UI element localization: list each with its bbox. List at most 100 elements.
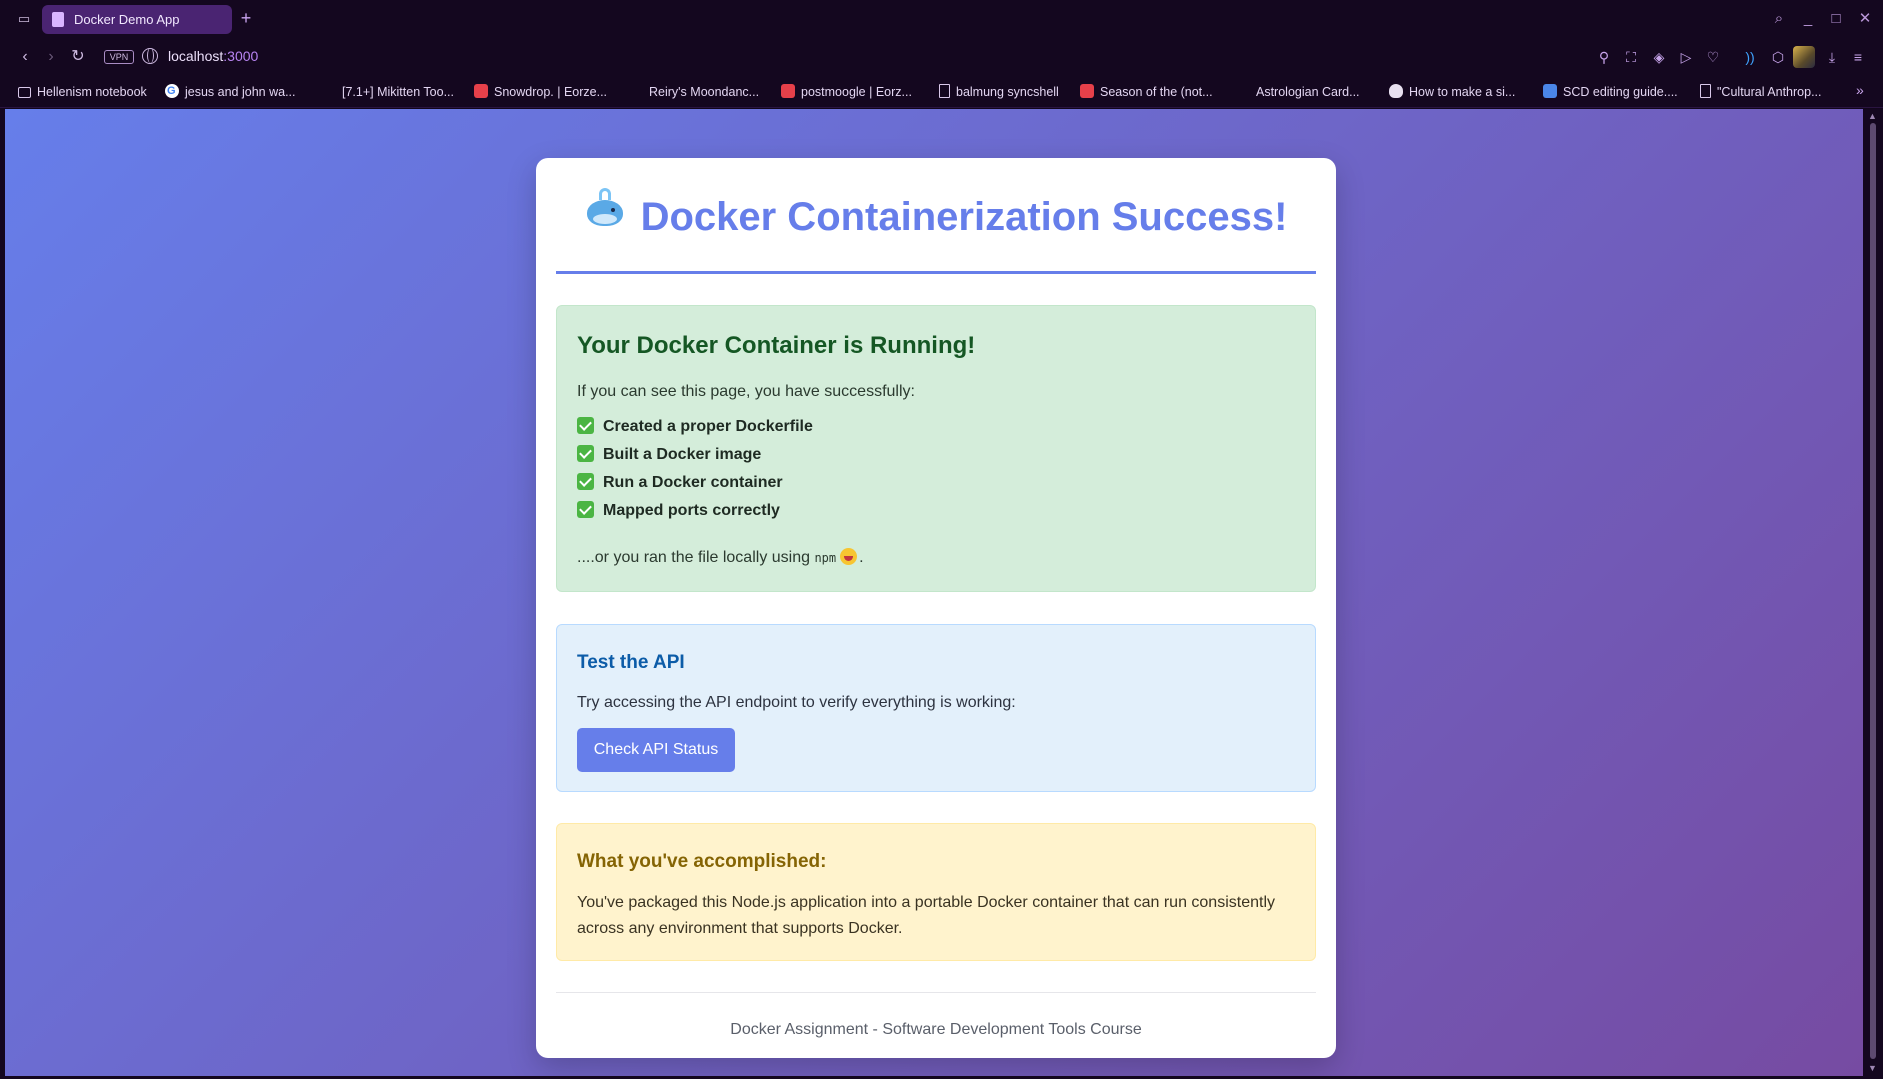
whale-icon xyxy=(585,188,625,228)
heart-icon[interactable]: ♡ xyxy=(1704,48,1722,66)
bookmark-label: SCD editing guide.... xyxy=(1563,85,1678,99)
red-app-icon xyxy=(781,84,795,98)
tail-text-before: ....or you ran the file locally using xyxy=(577,549,815,566)
bookmark-label: Hellenism notebook xyxy=(37,85,147,99)
bookmark-item[interactable]: Snowdrop. | Eorze... xyxy=(474,82,607,102)
checklist-label: Run a Docker container xyxy=(603,474,783,491)
vpn-badge[interactable]: VPN xyxy=(104,50,134,64)
checkmark-icon xyxy=(577,445,594,462)
skull-icon xyxy=(1389,84,1403,98)
accomplished-panel: What you've accomplished: You've package… xyxy=(556,823,1316,961)
forward-button[interactable]: › xyxy=(40,46,62,68)
url-port: :3000 xyxy=(223,48,259,64)
bookmarks-bar: Hellenism notebook jesus and john wa... … xyxy=(0,76,1883,108)
reload-button[interactable]: ↻ xyxy=(67,46,89,68)
browser-titlebar: ▭ Docker Demo App + ⌕ _ □ ✕ xyxy=(0,0,1883,38)
browser-tab-active[interactable]: Docker Demo App xyxy=(42,5,232,34)
bookmark-item[interactable]: Hellenism notebook xyxy=(18,82,147,102)
document-icon xyxy=(1700,84,1711,98)
page-title: Docker Containerization Success! xyxy=(640,195,1288,240)
checklist-label: Mapped ports correctly xyxy=(603,502,780,519)
bookmark-item[interactable]: [7.1+] Mikitten Too... xyxy=(342,82,454,102)
red-app-icon xyxy=(474,84,488,98)
browser-toolbar: ‹ › ↻ VPN localhost:3000 ⚲ ⛶ ◈ ▷ ♡ )) ⬡ … xyxy=(0,38,1883,76)
globe-icon[interactable] xyxy=(142,48,158,64)
api-description: Try accessing the API endpoint to verify… xyxy=(577,694,1016,711)
minimize-button[interactable]: _ xyxy=(1796,8,1820,30)
checklist-label: Created a proper Dockerfile xyxy=(603,418,813,435)
checkmark-icon xyxy=(577,501,594,518)
checklist-item: Run a Docker container xyxy=(577,473,783,495)
checklist-item: Created a proper Dockerfile xyxy=(577,417,813,439)
bookmark-item[interactable]: postmoogle | Eorz... xyxy=(781,82,912,102)
accomplished-description: You've packaged this Node.js application… xyxy=(577,894,1275,937)
bookmark-item[interactable]: Reiry's Moondanc... xyxy=(649,82,759,102)
api-heading: Test the API xyxy=(577,652,685,673)
success-tail: ....or you ran the file locally using np… xyxy=(577,548,864,567)
success-panel: Your Docker Container is Running! If you… xyxy=(556,305,1316,592)
accomplished-heading: What you've accomplished: xyxy=(577,851,827,872)
document-icon xyxy=(939,84,950,98)
search-icon[interactable]: ⌕ xyxy=(1767,8,1791,30)
bookmark-item[interactable]: Season of the (not... xyxy=(1080,82,1213,102)
bookmark-item[interactable]: jesus and john wa... xyxy=(165,81,296,102)
download-icon[interactable]: ⤓ xyxy=(1823,48,1841,66)
address-bar[interactable]: localhost:3000 xyxy=(168,48,258,64)
folder-icon xyxy=(18,87,31,98)
page-header: Docker Containerization Success! xyxy=(556,158,1316,274)
wifi-extension-icon[interactable]: )) xyxy=(1741,48,1759,66)
bookmark-item[interactable]: SCD editing guide.... xyxy=(1543,82,1678,102)
close-window-button[interactable]: ✕ xyxy=(1853,8,1877,30)
bookmark-label: How to make a si... xyxy=(1409,85,1516,99)
screenshot-icon[interactable]: ⛶ xyxy=(1622,48,1640,66)
maximize-button[interactable]: □ xyxy=(1824,8,1848,30)
tail-text-after: . xyxy=(859,549,864,566)
pin-icon[interactable]: ⚲ xyxy=(1595,48,1613,66)
vertical-scrollbar[interactable]: ▲ ▼ xyxy=(1863,109,1883,1079)
sidebar-toggle-icon[interactable]: ▭ xyxy=(14,10,34,28)
bookmark-item[interactable]: "Cultural Anthrop... xyxy=(1700,82,1822,102)
bookmark-label: balmung syncshell xyxy=(956,85,1059,99)
extensions-icon[interactable]: ⬡ xyxy=(1769,48,1787,66)
bookmark-label: [7.1+] Mikitten Too... xyxy=(342,85,454,99)
checklist-item: Mapped ports correctly xyxy=(577,501,780,523)
bookmark-label: Season of the (not... xyxy=(1100,85,1213,99)
inline-code-npm: npm xyxy=(814,551,837,565)
red-app-icon xyxy=(1080,84,1094,98)
bookmark-label: "Cultural Anthrop... xyxy=(1717,85,1822,99)
main-card: Docker Containerization Success! Your Do… xyxy=(536,158,1336,1058)
bookmark-item[interactable]: How to make a si... xyxy=(1389,82,1515,102)
back-button[interactable]: ‹ xyxy=(14,46,36,68)
api-panel: Test the API Try accessing the API endpo… xyxy=(556,624,1316,792)
check-api-status-button[interactable]: Check API Status xyxy=(577,728,735,772)
bookmark-label: postmoogle | Eorz... xyxy=(801,85,912,99)
google-icon xyxy=(165,81,179,101)
bookmark-label: Astrologian Card... xyxy=(1256,85,1360,99)
checkmark-icon xyxy=(577,473,594,490)
page-viewport: Docker Containerization Success! Your Do… xyxy=(5,109,1863,1076)
scroll-down-icon[interactable]: ▼ xyxy=(1868,1063,1877,1073)
menu-icon[interactable]: ≡ xyxy=(1849,48,1867,66)
header-row: Docker Containerization Success! xyxy=(556,188,1316,240)
page-icon xyxy=(52,12,64,27)
checklist-label: Built a Docker image xyxy=(603,446,762,463)
bookmark-label: Snowdrop. | Eorze... xyxy=(494,85,608,99)
play-icon[interactable]: ▷ xyxy=(1677,48,1695,66)
scrollbar-thumb[interactable] xyxy=(1870,123,1876,1059)
bookmark-item[interactable]: balmung syncshell xyxy=(939,82,1059,102)
pocket-icon[interactable]: ◈ xyxy=(1650,48,1668,66)
url-host: localhost xyxy=(168,48,224,64)
footer-divider xyxy=(556,992,1316,993)
bookmark-label: Reiry's Moondanc... xyxy=(649,85,760,99)
checkmark-icon xyxy=(577,417,594,434)
new-tab-button[interactable]: + xyxy=(236,7,256,29)
scroll-up-icon[interactable]: ▲ xyxy=(1868,111,1877,121)
laughing-emoji-icon xyxy=(840,548,858,565)
chevron-right-icon[interactable]: » xyxy=(1856,82,1864,98)
footer-text: Docker Assignment - Software Development… xyxy=(730,1021,1142,1038)
success-intro: If you can see this page, you have succe… xyxy=(577,383,915,400)
bookmark-item[interactable]: Astrologian Card... xyxy=(1256,82,1360,102)
bookmark-label: jesus and john wa... xyxy=(185,85,296,99)
tab-title: Docker Demo App xyxy=(74,12,180,27)
profile-avatar[interactable] xyxy=(1793,46,1815,68)
